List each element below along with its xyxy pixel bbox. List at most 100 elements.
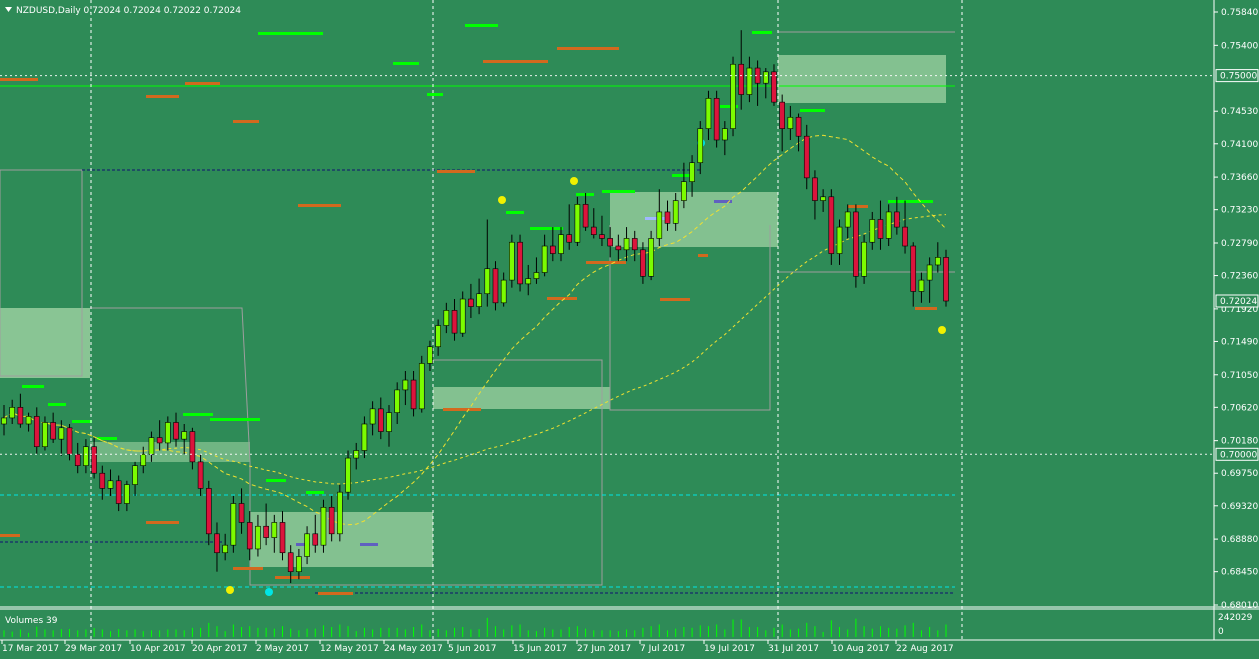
volume-bar [675, 628, 677, 637]
volume-bar [322, 625, 324, 637]
candle-body [517, 241, 523, 285]
volume-bar [871, 628, 873, 637]
time-axis-label: 2 May 2017 [256, 644, 309, 654]
candle-body [582, 204, 589, 228]
volume-bar [404, 629, 406, 637]
volume-bar [69, 629, 71, 637]
candle-body [328, 507, 335, 535]
candle-body [910, 245, 917, 292]
candle [517, 234, 523, 292]
volume-bar [503, 629, 505, 637]
candle-body [279, 522, 286, 554]
volume-bar [273, 628, 275, 637]
candle-body [17, 407, 24, 425]
candle-body [263, 525, 269, 538]
volume-bar [314, 628, 316, 637]
candle-body [312, 533, 319, 546]
candle-body [738, 63, 745, 95]
candle-body [484, 268, 491, 295]
price-axis-label: 0.68450 [1221, 568, 1258, 578]
volume-bar [396, 627, 398, 637]
price-chart[interactable]: 0.75840 0.75400 0.74530 0.74100 0.73660 0.732… [0, 0, 1259, 659]
volume-bar [552, 629, 554, 637]
candle-body [509, 241, 515, 281]
time-axis-label: 20 Apr 2017 [192, 644, 248, 654]
symbol-header: NZDUSD,Daily 0.72024 0.72024 0.72022 0.7… [16, 6, 241, 16]
price-axis-label: 0.71490 [1221, 337, 1258, 347]
time-axis-label: 22 Aug 2017 [896, 644, 954, 654]
volume-bar [28, 632, 30, 637]
candle-body [66, 427, 73, 455]
candle-body [779, 101, 785, 129]
candle-body [599, 234, 605, 239]
candle-body [140, 453, 147, 466]
candle-body [541, 245, 548, 273]
price-axis-label: 0.75840 [1221, 8, 1258, 18]
candle-body [287, 552, 294, 572]
volume-bar [781, 624, 783, 637]
candle-body [369, 408, 376, 425]
volume-bar [167, 629, 169, 637]
candle-body [181, 431, 188, 440]
candle-body [459, 298, 466, 334]
volume-bar [806, 622, 808, 637]
volume-bar [519, 624, 521, 637]
volume-bar [257, 627, 259, 637]
volume-bar [609, 630, 611, 637]
volume-bar [650, 626, 652, 637]
volume-bar [265, 627, 267, 637]
candle [320, 499, 327, 553]
supply-zone [90, 442, 250, 462]
candle-body [558, 234, 564, 254]
volume-bar [888, 627, 890, 637]
time-axis-label: 7 Jul 2017 [640, 644, 685, 654]
volume-bar [11, 631, 13, 637]
volume-bar [789, 629, 791, 637]
volume-bar [814, 626, 816, 637]
candle-body [566, 234, 573, 243]
candle-body [148, 437, 155, 455]
volume-bar [159, 630, 161, 637]
price-axis-label: 0.69320 [1221, 502, 1258, 512]
volume-bar [44, 629, 46, 637]
highlighted-price-label: 0.72024 [1220, 297, 1257, 307]
candle-body [836, 226, 843, 254]
volume-bar [896, 628, 898, 637]
candle-body [74, 453, 81, 466]
volume-axis-tick: 242029 [1218, 613, 1253, 623]
candle-body [173, 422, 179, 440]
candle-body [943, 257, 949, 302]
volume-bar [691, 627, 693, 637]
volume-bar [290, 628, 292, 637]
volume-bar [511, 625, 513, 637]
price-axis-label: 0.72360 [1221, 272, 1258, 282]
candle-body [672, 200, 679, 224]
volume-bar [372, 629, 374, 637]
highlighted-price-label: 0.75000 [1220, 72, 1257, 82]
candle-body [9, 407, 15, 419]
volume-bar [339, 624, 341, 637]
price-axis-label: 0.69750 [1221, 469, 1258, 479]
candle [828, 189, 835, 265]
chart-window[interactable]: 0.75840 0.75400 0.74530 0.74100 0.73660 0.732… [0, 0, 1259, 659]
volume-bar [183, 630, 185, 637]
candle-body [361, 423, 368, 451]
candle [713, 90, 720, 148]
candle-body [803, 135, 810, 179]
volume-bar [576, 626, 578, 637]
volume-bar [585, 628, 587, 637]
time-axis-label: 5 Jun 2017 [448, 644, 496, 654]
candle-body [296, 556, 302, 572]
candle [509, 234, 515, 288]
candle-body [853, 211, 859, 277]
candle-body [42, 422, 48, 448]
volume-bar [748, 627, 750, 637]
time-axis-label: 19 Jul 2017 [704, 644, 755, 654]
volume-bar [3, 630, 5, 637]
volume-bar [126, 630, 128, 637]
time-axis-label: 24 May 2017 [384, 644, 443, 654]
candle-body [746, 67, 753, 95]
volume-bar [822, 632, 824, 637]
demand-zone [0, 308, 90, 378]
volume-bar [494, 626, 496, 637]
